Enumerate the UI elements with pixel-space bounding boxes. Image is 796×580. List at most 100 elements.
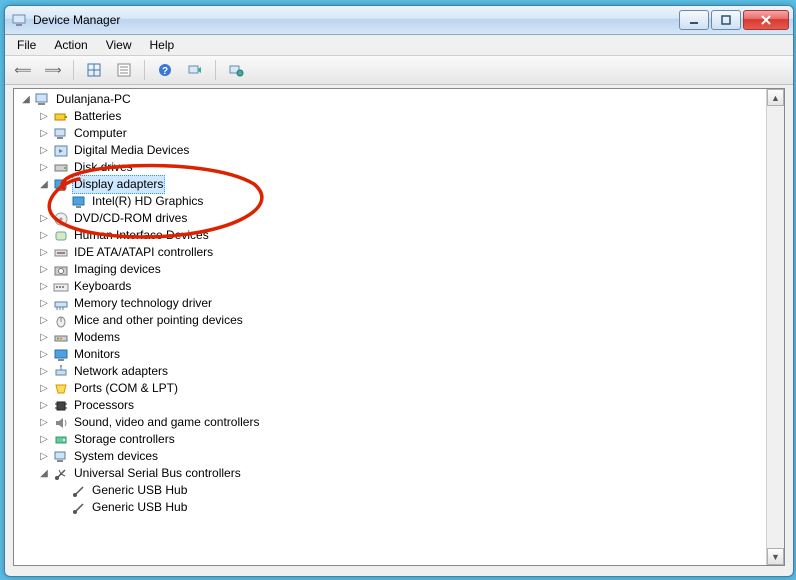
toolbar-separator xyxy=(73,60,74,80)
expander-open-icon[interactable]: ◢ xyxy=(36,177,52,193)
scan-button[interactable] xyxy=(183,58,207,82)
scroll-down-button[interactable]: ▼ xyxy=(767,548,784,565)
menu-view[interactable]: View xyxy=(98,36,140,54)
display-icon xyxy=(71,194,87,210)
expander-closed-icon[interactable]: ▷ xyxy=(36,211,52,227)
usb-icon xyxy=(53,466,69,482)
tree-item-dvd-cd[interactable]: ▷ DVD/CD-ROM drives xyxy=(36,210,766,227)
tree-item-mice[interactable]: ▷ Mice and other pointing devices xyxy=(36,312,766,329)
tree-item-batteries[interactable]: ▷ Batteries xyxy=(36,108,766,125)
tree-item-network[interactable]: ▷ Network adapters xyxy=(36,363,766,380)
tree-item-ide-ata[interactable]: ▷ IDE ATA/ATAPI controllers xyxy=(36,244,766,261)
expander-closed-icon[interactable]: ▷ xyxy=(36,160,52,176)
tree-item-label: Display adapters xyxy=(72,175,165,194)
maximize-button[interactable] xyxy=(711,10,741,30)
scroll-up-button[interactable]: ▲ xyxy=(767,89,784,106)
modem-icon xyxy=(53,330,69,346)
expander-closed-icon[interactable]: ▷ xyxy=(36,279,52,295)
expander-none xyxy=(54,500,70,516)
tree-item-computer[interactable]: ▷ Computer xyxy=(36,125,766,142)
expander-closed-icon[interactable]: ▷ xyxy=(36,432,52,448)
tree-root-label: Dulanjana-PC xyxy=(54,91,133,108)
toolbar-separator xyxy=(144,60,145,80)
tree-item-label: System devices xyxy=(72,448,160,465)
menu-action-label: Action xyxy=(54,38,87,52)
tree-item-label: Generic USB Hub xyxy=(90,499,189,516)
tree-item-label: Ports (COM & LPT) xyxy=(72,380,180,397)
mouse-icon xyxy=(53,313,69,329)
tree-item-disk-drives[interactable]: ▷ Disk drives xyxy=(36,159,766,176)
menu-help[interactable]: Help xyxy=(142,36,183,54)
tree-item-label: Sound, video and game controllers xyxy=(72,414,261,431)
expander-closed-icon[interactable]: ▷ xyxy=(36,245,52,261)
tree-item-processors[interactable]: ▷ Processors xyxy=(36,397,766,414)
tree-item-imaging[interactable]: ▷ Imaging devices xyxy=(36,261,766,278)
tree-item-intel-hd[interactable]: Intel(R) HD Graphics xyxy=(54,193,766,210)
expander-closed-icon[interactable]: ▷ xyxy=(36,398,52,414)
tree-item-display-adapters[interactable]: ◢ Display adapters xyxy=(36,176,766,193)
tree-item-sound[interactable]: ▷ Sound, video and game controllers xyxy=(36,414,766,431)
menu-file-label: File xyxy=(17,38,36,52)
expander-closed-icon[interactable]: ▷ xyxy=(36,296,52,312)
update-driver-button[interactable] xyxy=(224,58,248,82)
forward-button[interactable]: ⟹ xyxy=(41,58,65,82)
tree-item-hid[interactable]: ▷ Human Interface Devices xyxy=(36,227,766,244)
close-button[interactable] xyxy=(743,10,789,30)
menu-file[interactable]: File xyxy=(9,36,44,54)
properties-button[interactable] xyxy=(112,58,136,82)
show-hidden-button[interactable] xyxy=(82,58,106,82)
tree-root[interactable]: ◢ Dulanjana-PC xyxy=(18,91,766,108)
properties-icon xyxy=(116,62,132,78)
expander-none xyxy=(54,194,70,210)
vertical-scrollbar[interactable]: ▲ ▼ xyxy=(766,89,784,565)
tree-item-usb-hub[interactable]: Generic USB Hub xyxy=(54,482,766,499)
toolbar: ⟸ ⟹ ? xyxy=(5,56,793,85)
tree-item-label: Generic USB Hub xyxy=(90,482,189,499)
expander-closed-icon[interactable]: ▷ xyxy=(36,330,52,346)
usb-icon xyxy=(71,500,87,516)
expander-closed-icon[interactable]: ▷ xyxy=(36,262,52,278)
cpu-icon xyxy=(53,398,69,414)
tree-item-label: Universal Serial Bus controllers xyxy=(72,465,243,482)
app-icon xyxy=(11,12,27,28)
expander-closed-icon[interactable]: ▷ xyxy=(36,415,52,431)
chevron-up-icon: ▲ xyxy=(771,93,780,103)
minimize-button[interactable] xyxy=(679,10,709,30)
back-button[interactable]: ⟸ xyxy=(11,58,35,82)
device-tree[interactable]: ◢ Dulanjana-PC ▷ Batteries ▷ Computer ▷ xyxy=(14,89,766,565)
tree-item-storage[interactable]: ▷ Storage controllers xyxy=(36,431,766,448)
expander-closed-icon[interactable]: ▷ xyxy=(36,109,52,125)
tree-item-digital-media[interactable]: ▷ Digital Media Devices xyxy=(36,142,766,159)
tree-item-label: DVD/CD-ROM drives xyxy=(72,210,189,227)
tree-item-label: Computer xyxy=(72,125,129,142)
expander-closed-icon[interactable]: ▷ xyxy=(36,381,52,397)
tree-item-system[interactable]: ▷ System devices xyxy=(36,448,766,465)
hid-icon xyxy=(53,228,69,244)
expander-closed-icon[interactable]: ▷ xyxy=(36,449,52,465)
expander-open-icon[interactable]: ◢ xyxy=(18,92,34,108)
menu-action[interactable]: Action xyxy=(46,36,95,54)
tree-item-label: Network adapters xyxy=(72,363,170,380)
tree-item-monitors[interactable]: ▷ Monitors xyxy=(36,346,766,363)
tree-item-usb-hub[interactable]: Generic USB Hub xyxy=(54,499,766,516)
expander-open-icon[interactable]: ◢ xyxy=(36,466,52,482)
expander-closed-icon[interactable]: ▷ xyxy=(36,347,52,363)
window-title: Device Manager xyxy=(33,13,120,27)
expander-closed-icon[interactable]: ▷ xyxy=(36,313,52,329)
tree-item-memtech[interactable]: ▷ Memory technology driver xyxy=(36,295,766,312)
tree-item-modems[interactable]: ▷ Modems xyxy=(36,329,766,346)
expander-closed-icon[interactable]: ▷ xyxy=(36,364,52,380)
monitor-icon xyxy=(53,347,69,363)
usb-icon xyxy=(71,483,87,499)
titlebar[interactable]: Device Manager xyxy=(5,6,793,35)
arrow-left-icon: ⟸ xyxy=(14,63,31,77)
tree-item-usb[interactable]: ◢ Universal Serial Bus controllers xyxy=(36,465,766,482)
help-button[interactable]: ? xyxy=(153,58,177,82)
menubar: File Action View Help xyxy=(5,35,793,56)
tree-item-ports[interactable]: ▷ Ports (COM & LPT) xyxy=(36,380,766,397)
chevron-down-icon: ▼ xyxy=(771,552,780,562)
expander-closed-icon[interactable]: ▷ xyxy=(36,228,52,244)
expander-closed-icon[interactable]: ▷ xyxy=(36,126,52,142)
tree-item-keyboards[interactable]: ▷ Keyboards xyxy=(36,278,766,295)
expander-closed-icon[interactable]: ▷ xyxy=(36,143,52,159)
